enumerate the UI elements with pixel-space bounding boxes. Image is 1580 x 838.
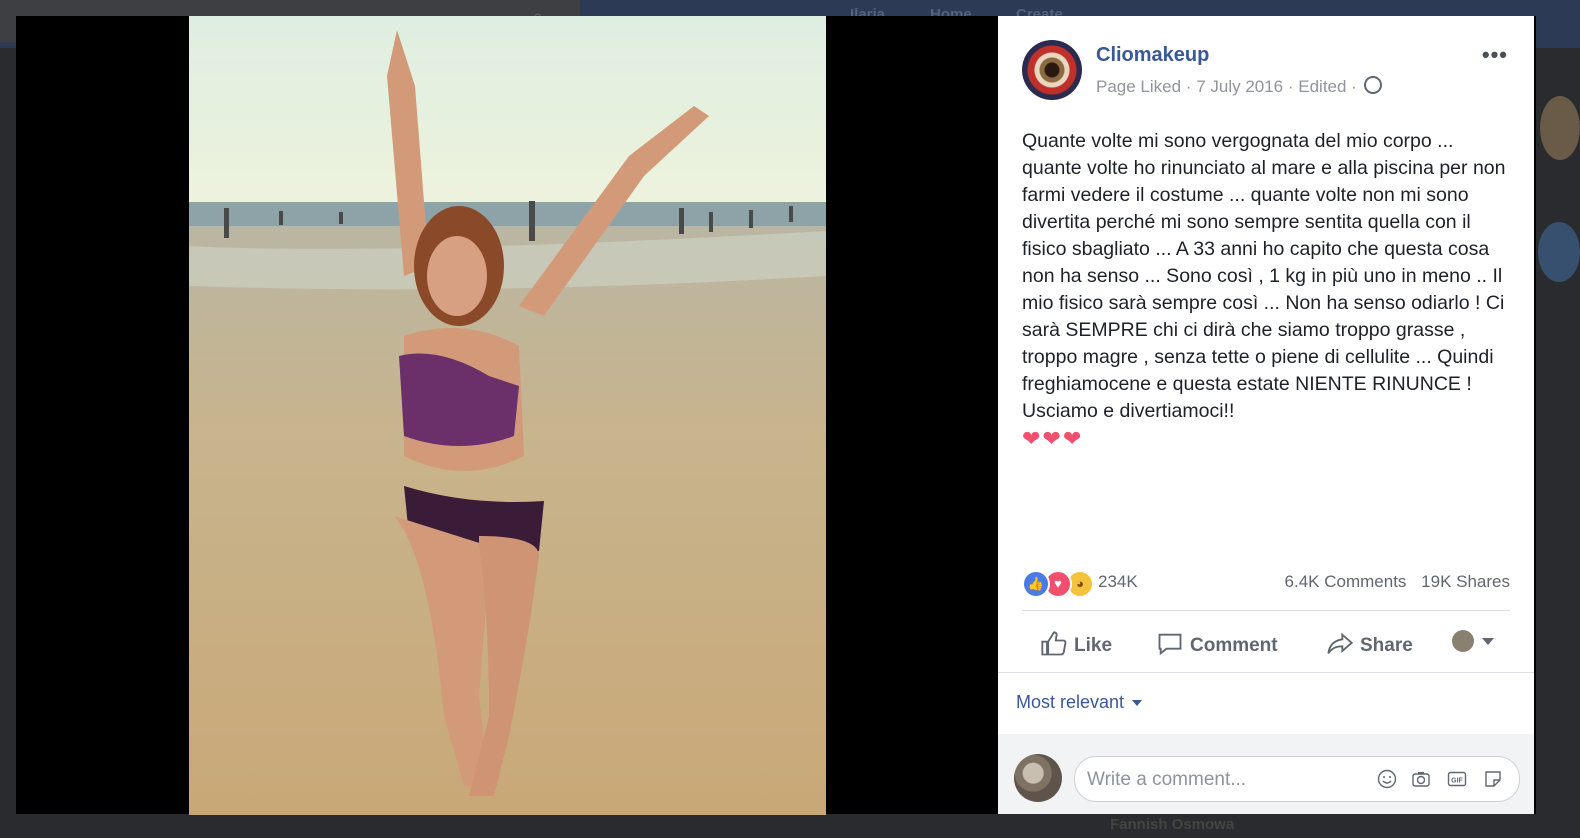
camera-icon[interactable] xyxy=(1411,769,1431,789)
comment-bubble-icon xyxy=(1158,633,1182,656)
post-as-selector[interactable] xyxy=(1452,630,1494,652)
post-text: Quante volte mi sono vergognata del mio … xyxy=(1022,128,1514,454)
comment-placeholder: Write a comment... xyxy=(1087,769,1247,790)
page-liked-status[interactable]: Page Liked xyxy=(1096,77,1181,96)
heart-emojis: ❤❤❤ xyxy=(1022,426,1084,451)
share-button[interactable]: Share xyxy=(1326,630,1413,658)
post-date[interactable]: 7 July 2016 xyxy=(1196,77,1283,96)
post-meta: Page Liked · 7 July 2016 · Edited · xyxy=(1096,76,1382,97)
post-body: Quante volte mi sono vergognata del mio … xyxy=(1022,130,1506,422)
sticker-icon[interactable] xyxy=(1483,769,1503,789)
page-name-link[interactable]: Cliomakeup xyxy=(1096,44,1209,67)
comment-composer: Write a comment... GIF xyxy=(998,734,1534,814)
engagement-counts: 6.4K Comments 19K Shares xyxy=(1275,572,1510,592)
post-action-bar: Like Comment Share xyxy=(1022,616,1510,666)
mini-avatar xyxy=(1452,630,1474,652)
share-arrow-icon xyxy=(1327,632,1354,654)
comment-label: Comment xyxy=(1190,635,1278,656)
divider xyxy=(1022,610,1510,611)
like-button[interactable]: Like xyxy=(1040,630,1112,658)
page-avatar[interactable] xyxy=(1022,40,1082,100)
thumbs-up-icon xyxy=(1041,631,1067,656)
comment-count[interactable]: 6.4K Comments xyxy=(1285,572,1407,591)
user-avatar xyxy=(1014,754,1062,802)
background-avatar xyxy=(1538,222,1580,282)
globe-icon[interactable] xyxy=(1363,76,1382,94)
svg-text:GIF: GIF xyxy=(1451,778,1463,785)
divider xyxy=(998,672,1534,673)
like-label: Like xyxy=(1074,635,1113,656)
chevron-down-icon xyxy=(1482,637,1494,645)
post-photo[interactable] xyxy=(189,16,826,815)
more-options-icon[interactable]: ••• xyxy=(1482,42,1508,68)
emoji-icon[interactable] xyxy=(1377,769,1397,789)
sort-label: Most relevant xyxy=(1016,692,1125,712)
post-details-panel: Cliomakeup Page Liked · 7 July 2016 · Ed… xyxy=(998,16,1534,814)
like-reaction-icon: 👍 xyxy=(1022,570,1050,598)
background-avatar xyxy=(1540,96,1580,160)
share-label: Share xyxy=(1360,635,1413,656)
gif-icon[interactable]: GIF xyxy=(1447,769,1467,789)
reaction-count[interactable]: 234K xyxy=(1098,572,1138,592)
share-count[interactable]: 19K Shares xyxy=(1421,572,1510,591)
background-footer xyxy=(0,820,1580,838)
chevron-down-icon xyxy=(1132,700,1143,707)
edited-label[interactable]: Edited xyxy=(1298,77,1346,96)
background-footer-name: Fannish Osmowa xyxy=(1110,816,1235,833)
comment-button[interactable]: Comment xyxy=(1156,630,1278,658)
beach-photo-image xyxy=(189,16,826,815)
comment-sort-dropdown[interactable]: Most relevant xyxy=(1016,692,1143,713)
comment-input[interactable]: Write a comment... GIF xyxy=(1074,756,1520,802)
